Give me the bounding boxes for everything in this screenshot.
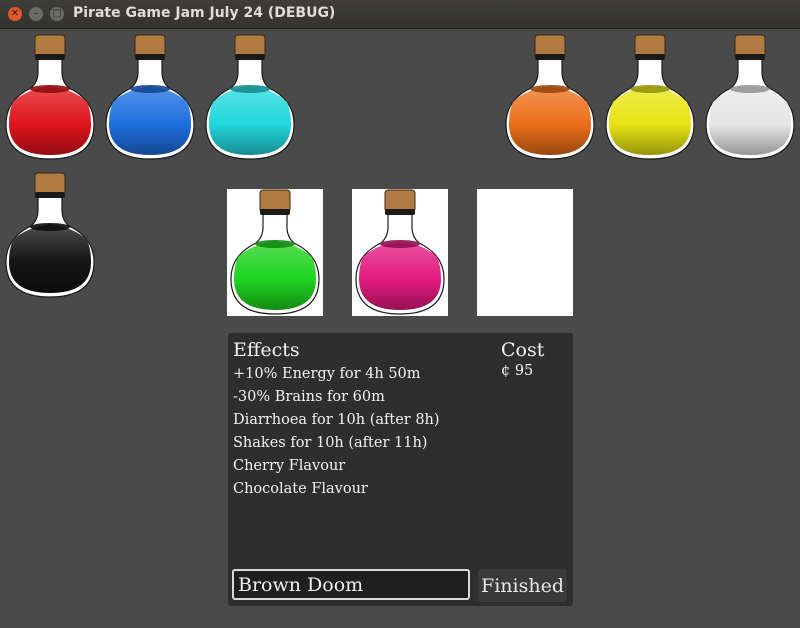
effect-item: Diarrhoea for 10h (after 8h) [233,412,440,428]
blue-potion[interactable] [105,34,195,160]
effect-item: -30% Brains for 60m [233,389,385,405]
effect-item: Shakes for 10h (after 11h) [233,435,428,451]
cost-heading: Cost [501,339,545,361]
window-title: Pirate Game Jam July 24 (DEBUG) [73,5,336,21]
mix-slot-3[interactable] [477,189,573,316]
minimize-icon[interactable]: – [29,7,43,21]
black-potion[interactable] [5,172,95,298]
close-icon[interactable]: ✕ [8,7,22,21]
red-potion[interactable] [5,34,95,160]
orange-potion[interactable] [505,34,595,160]
mix-slot-1[interactable] [227,189,323,316]
effects-heading: Effects [233,339,300,361]
title-bar: ✕ – □ Pirate Game Jam July 24 (DEBUG) [0,0,800,29]
mix-slot-2[interactable] [352,189,448,316]
pink-potion [355,189,445,315]
effect-item: Chocolate Flavour [233,481,368,497]
yellow-potion[interactable] [605,34,695,160]
effect-item: Cherry Flavour [233,458,346,474]
potion-name-input[interactable] [232,569,470,600]
effect-item: +10% Energy for 4h 50m [233,366,421,382]
white-potion[interactable] [705,34,795,160]
maximize-icon[interactable]: □ [50,7,64,21]
potion-info-panel: Effects +10% Energy for 4h 50m -30% Brai… [228,333,573,606]
cost-value: ¢ 95 [501,363,534,379]
finished-button[interactable]: Finished [478,569,567,602]
effects-list: +10% Energy for 4h 50m -30% Brains for 6… [233,363,440,501]
green-potion [230,189,320,315]
cyan-potion[interactable] [205,34,295,160]
